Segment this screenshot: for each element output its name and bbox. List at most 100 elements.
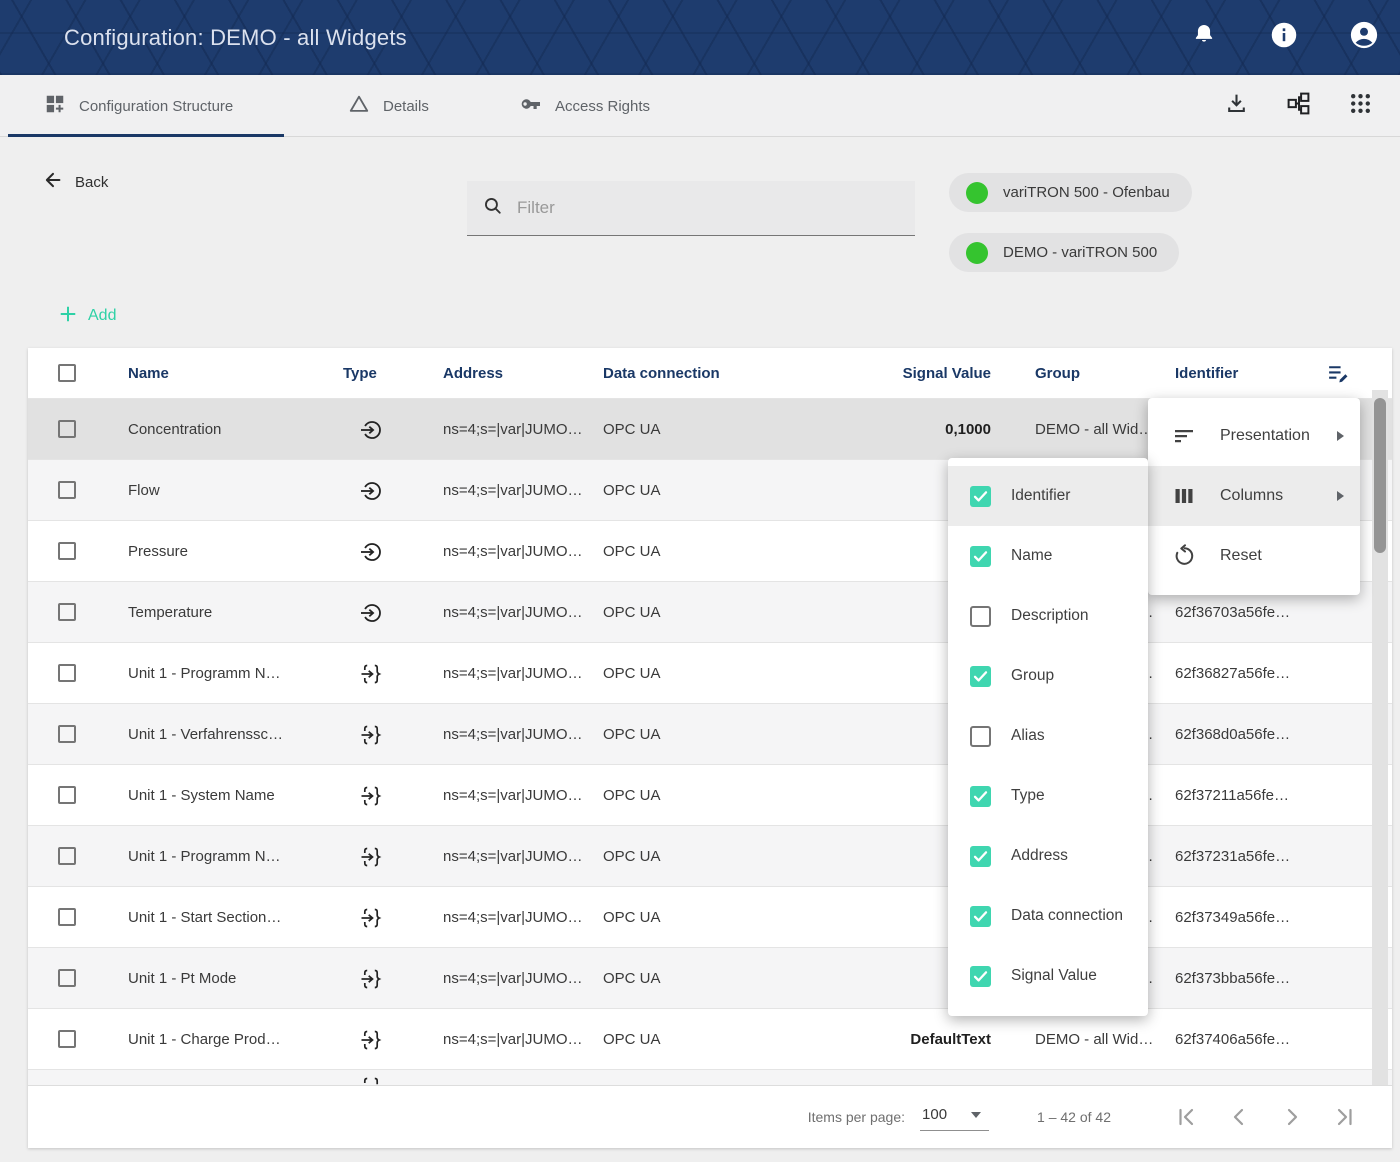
row-checkbox[interactable] bbox=[58, 847, 76, 865]
row-checkbox[interactable] bbox=[58, 420, 76, 438]
next-page-button[interactable] bbox=[1279, 1104, 1305, 1130]
cell-name: Concentration bbox=[128, 399, 221, 460]
row-checkbox[interactable] bbox=[58, 908, 76, 926]
edit-columns-button[interactable] bbox=[1326, 361, 1351, 386]
column-header-address[interactable]: Address bbox=[443, 348, 503, 398]
column-header-type[interactable]: Type bbox=[343, 348, 377, 398]
column-checkbox[interactable] bbox=[970, 906, 991, 927]
column-toggle-item[interactable]: Address bbox=[948, 826, 1148, 886]
apps-grid-button[interactable] bbox=[1346, 92, 1374, 120]
column-toggle-item[interactable]: Name bbox=[948, 526, 1148, 586]
menu-item-icon bbox=[1172, 424, 1196, 448]
row-checkbox[interactable] bbox=[58, 481, 76, 499]
account-button[interactable] bbox=[1348, 22, 1380, 54]
column-header-data-connection[interactable]: Data connection bbox=[603, 348, 720, 398]
function-signal-icon bbox=[359, 784, 383, 808]
column-checkbox[interactable] bbox=[970, 846, 991, 867]
column-toggle-label: Group bbox=[1011, 667, 1054, 685]
column-checkbox[interactable] bbox=[970, 486, 991, 507]
column-header-identifier[interactable]: Identifier bbox=[1175, 348, 1238, 398]
status-dot bbox=[966, 242, 988, 264]
row-checkbox[interactable] bbox=[58, 542, 76, 560]
type-icon bbox=[359, 399, 385, 460]
scrollbar-thumb[interactable] bbox=[1374, 398, 1386, 553]
last-page-button[interactable] bbox=[1332, 1104, 1358, 1130]
cell-data-connection: OPC UA bbox=[603, 765, 661, 826]
select-all-checkbox[interactable] bbox=[58, 364, 76, 382]
filter-input[interactable] bbox=[517, 181, 915, 235]
device-chip-demo-varitron[interactable]: DEMO - variTRON 500 bbox=[949, 233, 1179, 272]
column-checkbox[interactable] bbox=[970, 666, 991, 687]
tab-access-rights[interactable]: Access Rights bbox=[518, 75, 650, 137]
add-label: Add bbox=[88, 307, 116, 325]
plus-icon bbox=[58, 304, 78, 329]
cell-name: Unit 1 - System Name bbox=[128, 765, 275, 826]
column-toggle-item[interactable]: Description bbox=[948, 586, 1148, 646]
items-per-page-select[interactable]: 100 bbox=[920, 1103, 989, 1131]
column-checkbox[interactable] bbox=[970, 786, 991, 807]
column-toggle-item[interactable]: Alias bbox=[948, 706, 1148, 766]
tab-label: Access Rights bbox=[555, 98, 650, 115]
table-row[interactable]: Unit 1 - Start Section… ns=4;s=|var|JUMO… bbox=[28, 886, 1392, 947]
function-signal-icon bbox=[359, 845, 383, 869]
vertical-scrollbar[interactable] bbox=[1372, 390, 1388, 1085]
info-button[interactable] bbox=[1268, 22, 1300, 54]
tab-configuration-structure[interactable]: Configuration Structure bbox=[44, 75, 233, 137]
column-checkbox[interactable] bbox=[970, 546, 991, 567]
column-toggle-label: Identifier bbox=[1011, 487, 1070, 505]
table-row[interactable]: Unit 1 - Programm N… ns=4;s=|var|JUMO… O… bbox=[28, 642, 1392, 703]
column-header-signal-value[interactable]: Signal Value bbox=[818, 348, 991, 398]
column-toggle-item[interactable]: Group bbox=[948, 646, 1148, 706]
device-chip-varitron-ofenbau[interactable]: variTRON 500 - Ofenbau bbox=[949, 173, 1192, 212]
column-toggle-item[interactable]: Signal Value bbox=[948, 946, 1148, 1006]
back-button[interactable]: Back bbox=[42, 160, 108, 204]
menu-item-icon bbox=[1172, 544, 1196, 568]
menu-item[interactable]: Columns bbox=[1148, 466, 1360, 526]
table-row[interactable]: Unit 1 - Charge Prod… ns=4;s=|var|JUMO… … bbox=[28, 1008, 1392, 1069]
back-label: Back bbox=[75, 174, 108, 191]
tab-details[interactable]: Details bbox=[348, 75, 429, 137]
table-row[interactable]: Unit 1 - Programm N… ns=4;s=|var|JUMO… O… bbox=[28, 825, 1392, 886]
first-page-button[interactable] bbox=[1173, 1104, 1199, 1130]
page-range-label: 1 – 42 of 42 bbox=[1037, 1109, 1111, 1125]
column-checkbox[interactable] bbox=[970, 966, 991, 987]
dropdown-caret-icon bbox=[971, 1112, 981, 1118]
previous-page-button[interactable] bbox=[1226, 1104, 1252, 1130]
check-icon bbox=[970, 846, 991, 867]
menu-item[interactable]: Reset bbox=[1148, 526, 1360, 586]
column-header-group[interactable]: Group bbox=[1035, 348, 1080, 398]
row-checkbox[interactable] bbox=[58, 786, 76, 804]
column-checkbox[interactable] bbox=[970, 606, 991, 627]
menu-item[interactable]: Presentation bbox=[1148, 406, 1360, 466]
column-toggle-item[interactable]: Type bbox=[948, 766, 1148, 826]
column-toggle-label: Signal Value bbox=[1011, 967, 1097, 985]
row-checkbox[interactable] bbox=[58, 664, 76, 682]
row-checkbox[interactable] bbox=[58, 603, 76, 621]
filter-field bbox=[467, 181, 915, 236]
hierarchy-button[interactable] bbox=[1284, 92, 1312, 120]
cell-name: Unit 1 - Charge Prod… bbox=[128, 1009, 281, 1070]
cell-address: ns=4;s=|var|JUMO… bbox=[443, 643, 583, 704]
check-icon bbox=[970, 906, 991, 927]
check-icon bbox=[970, 486, 991, 507]
column-header-name[interactable]: Name bbox=[128, 348, 169, 398]
cell-identifier: 62f37349a56fe… bbox=[1175, 887, 1290, 948]
add-button[interactable]: Add bbox=[58, 301, 116, 331]
notifications-button[interactable] bbox=[1188, 22, 1220, 54]
table-row[interactable]: Unit 1 - System Name ns=4;s=|var|JUMO… O… bbox=[28, 764, 1392, 825]
table-row[interactable]: Unit 1 - Verfahrenssc… ns=4;s=|var|JUMO…… bbox=[28, 703, 1392, 764]
row-checkbox[interactable] bbox=[58, 725, 76, 743]
row-checkbox[interactable] bbox=[58, 1030, 76, 1048]
download-icon bbox=[1224, 91, 1249, 121]
column-checkbox[interactable] bbox=[970, 726, 991, 747]
search-icon bbox=[482, 195, 504, 222]
cell-name: Flow bbox=[128, 460, 160, 521]
table-row[interactable]: Unit 1 - Pt Mode ns=4;s=|var|JUMO… OPC U… bbox=[28, 947, 1392, 1008]
items-per-page-value: 100 bbox=[922, 1106, 947, 1123]
cell-data-connection: OPC UA bbox=[603, 521, 661, 582]
row-checkbox[interactable] bbox=[58, 969, 76, 987]
download-button[interactable] bbox=[1222, 92, 1250, 120]
bell-icon bbox=[1191, 22, 1217, 53]
column-toggle-item[interactable]: Identifier bbox=[948, 466, 1148, 526]
column-toggle-item[interactable]: Data connection bbox=[948, 886, 1148, 946]
